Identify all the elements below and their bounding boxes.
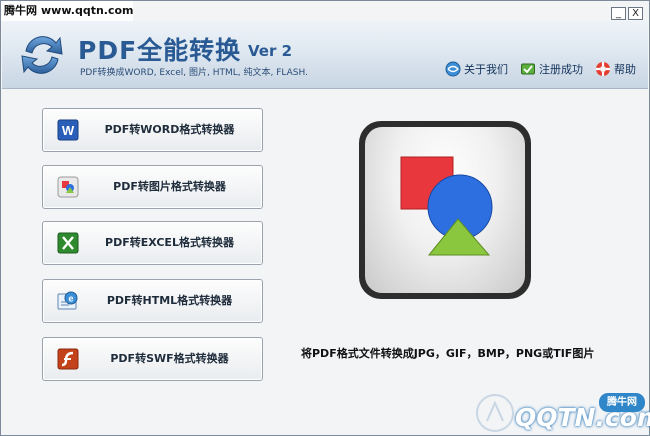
preview-panel	[365, 127, 525, 293]
swf-icon	[57, 348, 79, 370]
app-subtitle: PDF转换成WORD, Excel, 图片, HTML, 纯文本, FLASH.	[80, 68, 308, 78]
watermark-logo-icon	[476, 394, 514, 432]
window-controls: _ X	[611, 7, 643, 20]
globe-icon	[445, 61, 461, 77]
watermark-bottom: QQTN.com 腾牛网	[471, 389, 650, 435]
help-link[interactable]: 帮助	[595, 61, 636, 77]
excel-icon	[57, 232, 79, 254]
svg-text:e: e	[68, 294, 73, 304]
preview-image	[359, 121, 531, 299]
watermark-site: 腾牛网	[4, 4, 37, 17]
about-us-label: 关于我们	[464, 63, 508, 76]
app-title: PDF全能转换	[78, 36, 242, 65]
svg-text:W: W	[62, 123, 75, 138]
html-icon: e	[57, 291, 78, 310]
refresh-logo-icon	[21, 36, 63, 74]
register-icon	[521, 63, 535, 75]
minimize-button[interactable]: _	[611, 7, 626, 20]
image-icon	[57, 176, 79, 198]
register-link[interactable]: 注册成功	[520, 61, 583, 77]
description-text: 将PDF格式文件转换成JPG，GIF，BMP，PNG或TIF图片	[301, 347, 595, 360]
pdf-to-html-label: PDF转HTML格式转换器	[106, 294, 233, 307]
header: PDF全能转换 Ver 2 PDF转换成WORD, Excel, 图片, HTM…	[2, 21, 648, 89]
watermark-top: 腾牛网 www.qqtn.com	[1, 1, 134, 21]
about-us-link[interactable]: 关于我们	[445, 61, 508, 77]
word-icon: W	[57, 119, 79, 141]
pdf-to-html-button[interactable]: e PDF转HTML格式转换器	[42, 279, 263, 323]
watermark-url: www.qqtn.com	[41, 4, 134, 17]
pdf-to-swf-button[interactable]: PDF转SWF格式转换器	[42, 337, 263, 381]
app-window: 腾牛网 www.qqtn.com _ X PDF全能转换 Ver 2 PDF转换成…	[0, 0, 650, 436]
pdf-to-swf-label: PDF转SWF格式转换器	[110, 352, 229, 365]
pdf-to-excel-button[interactable]: PDF转EXCEL格式转换器	[42, 221, 263, 265]
register-label: 注册成功	[539, 63, 583, 76]
pdf-to-word-label: PDF转WORD格式转换器	[104, 123, 235, 136]
close-button[interactable]: X	[628, 7, 643, 20]
pdf-to-word-button[interactable]: W PDF转WORD格式转换器	[42, 108, 263, 152]
help-label: 帮助	[614, 63, 636, 76]
watermark-badge: 腾牛网	[599, 393, 645, 412]
app-version: Ver 2	[248, 42, 293, 60]
lifebuoy-icon	[596, 62, 610, 76]
pdf-to-image-button[interactable]: PDF转图片格式转换器	[42, 165, 263, 209]
pdf-to-excel-label: PDF转EXCEL格式转换器	[105, 236, 234, 249]
pdf-to-image-label: PDF转图片格式转换器	[113, 180, 226, 193]
shapes-illustration	[400, 156, 493, 256]
top-links: 关于我们 注册成功 帮助	[445, 61, 636, 77]
